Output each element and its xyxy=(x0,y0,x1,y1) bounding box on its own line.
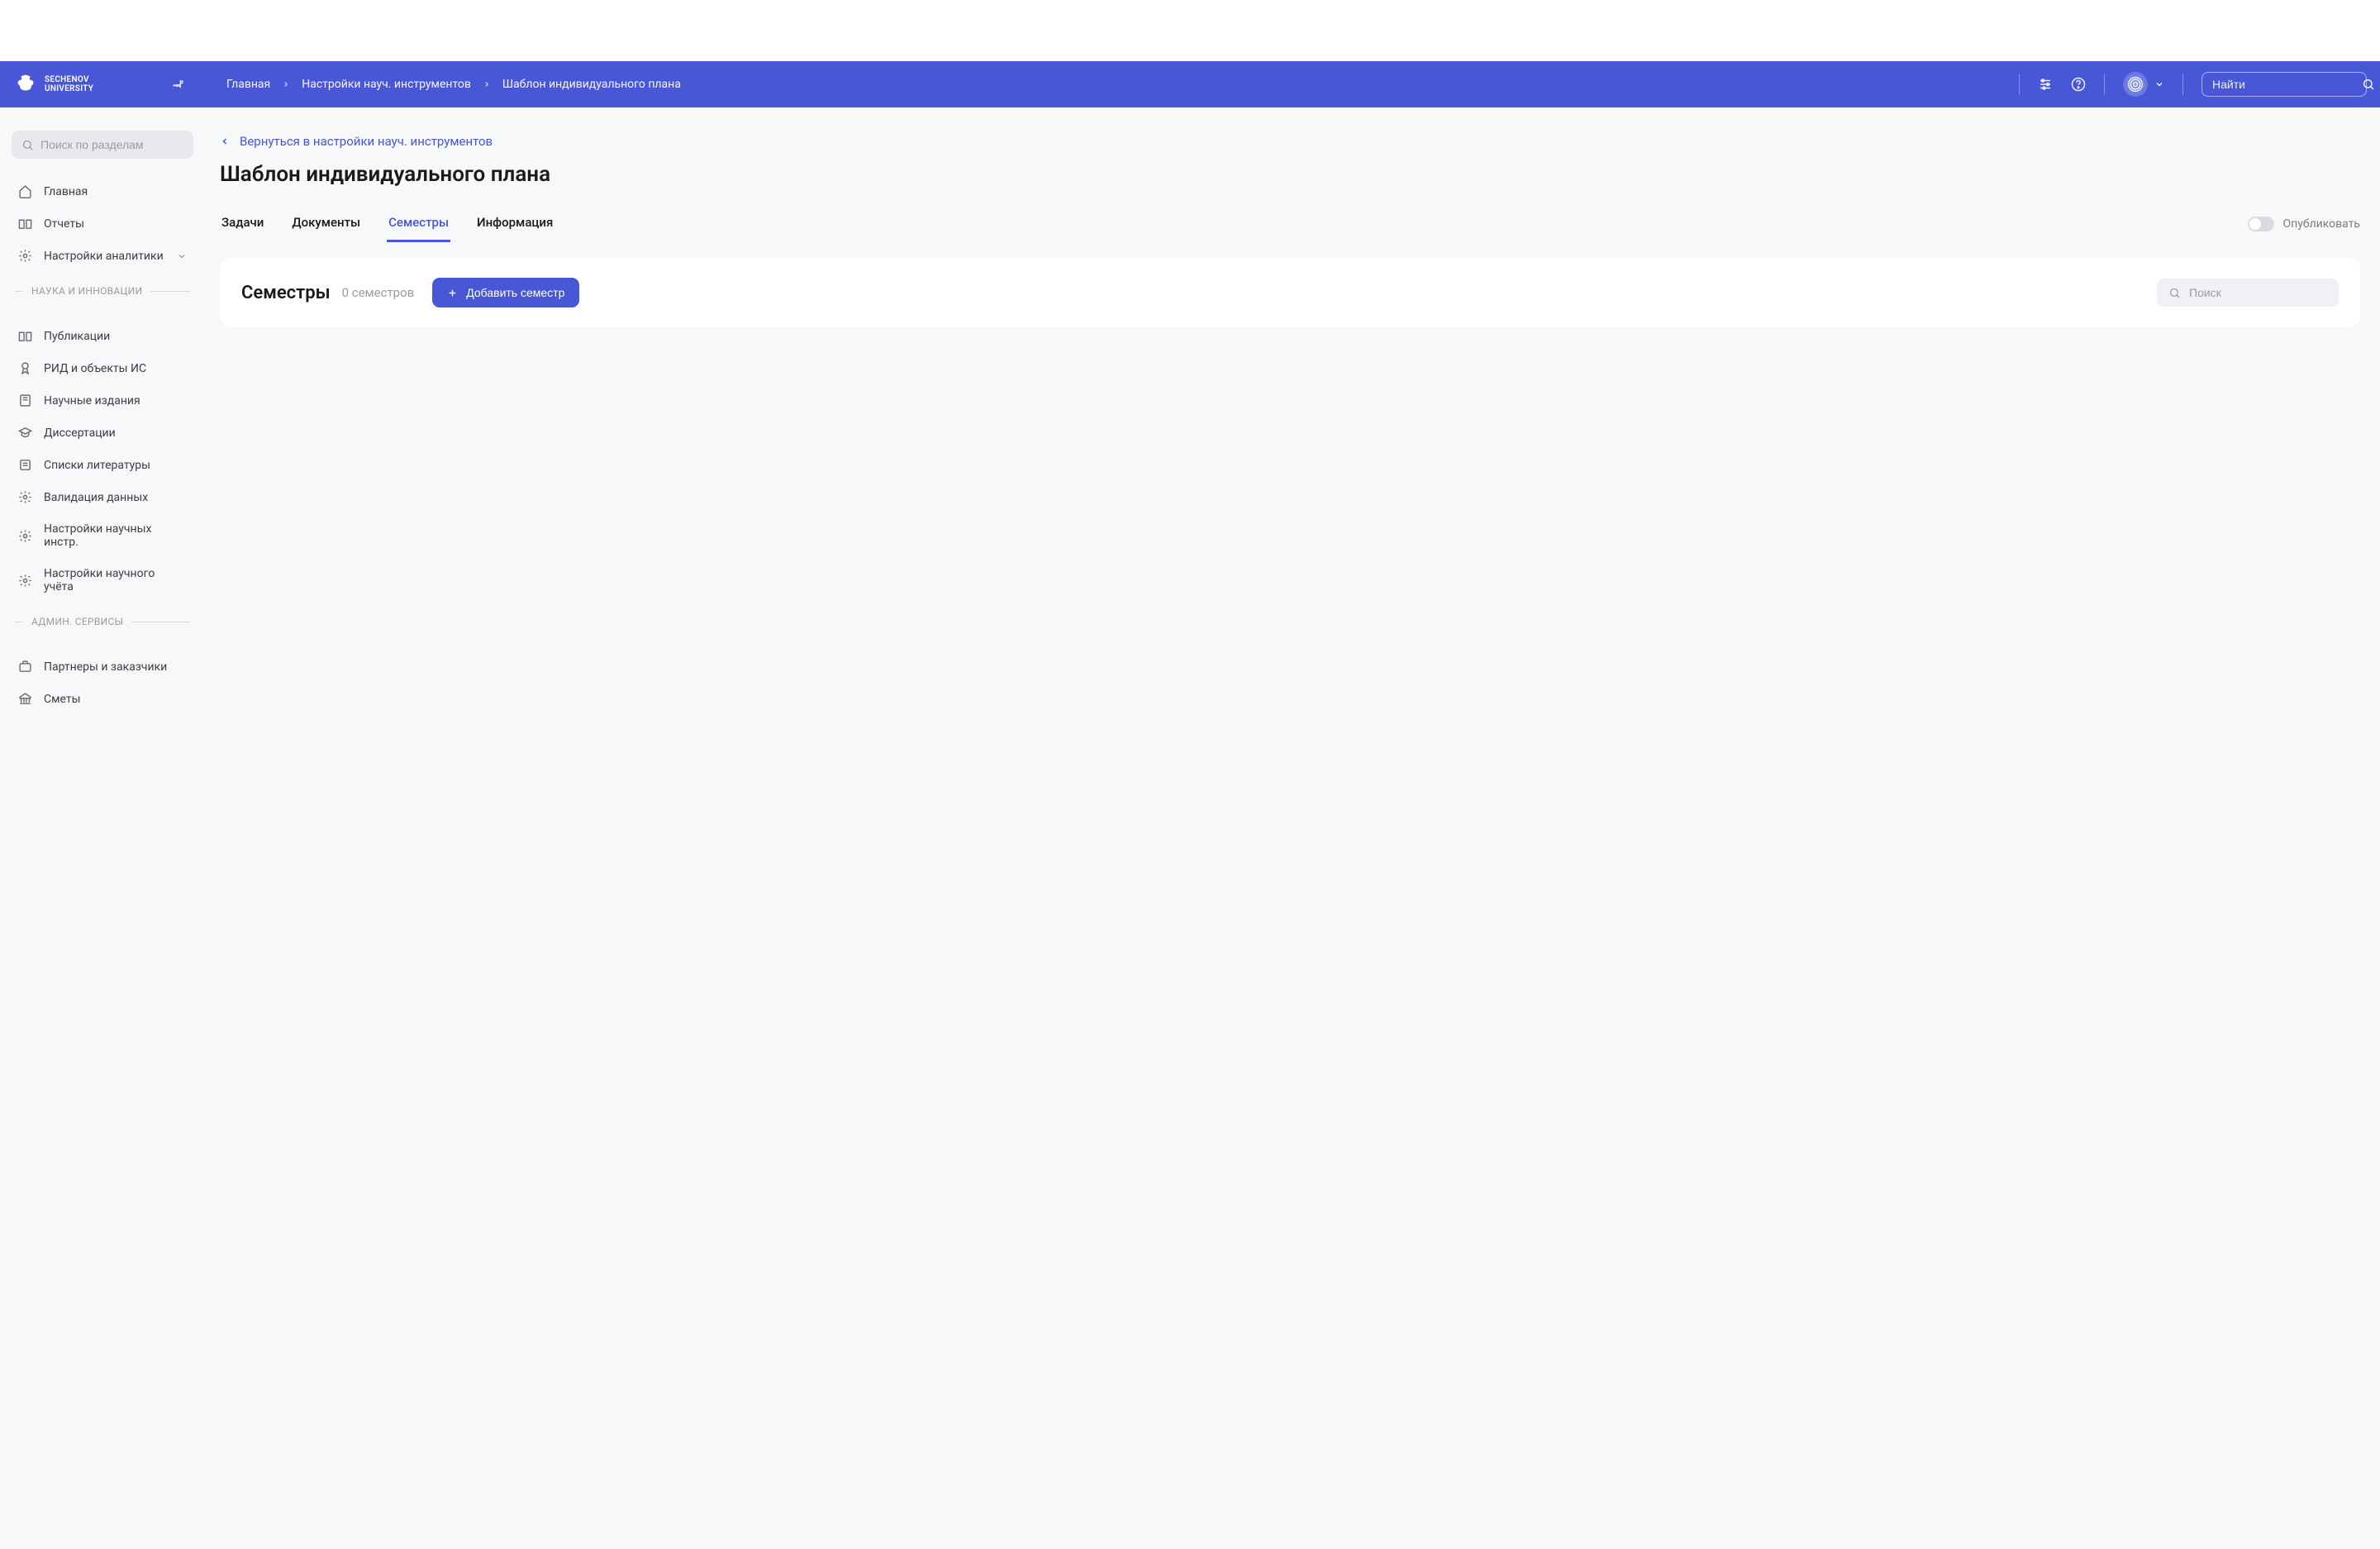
sidebar-item-label: Научные издания xyxy=(44,394,140,408)
sidebar-item[interactable]: Научные издания xyxy=(12,384,193,417)
breadcrumb: Главная Настройки науч. инструментов Шаб… xyxy=(226,78,681,91)
sidebar-item-label: Сметы xyxy=(44,693,80,706)
breadcrumb-item[interactable]: Настройки науч. инструментов xyxy=(302,78,471,91)
sidebar-section-header: АДМИН. СЕРВИСЫ xyxy=(12,603,193,634)
sidebar-item[interactable]: Главная xyxy=(12,175,193,207)
book-icon xyxy=(18,217,32,231)
tab[interactable]: Семестры xyxy=(387,205,450,242)
sidebar-item-label: Настройки научного учёта xyxy=(44,567,187,593)
sidebar-item[interactable]: Публикации xyxy=(12,320,193,352)
card-title: Семестры xyxy=(241,283,331,303)
chevron-down-icon xyxy=(177,251,187,261)
sidebar-item-label: Валидация данных xyxy=(44,491,148,504)
topbar: SECHENOV UNIVERSITY Главная Настройки на… xyxy=(0,61,2380,107)
global-search-input[interactable] xyxy=(2212,78,2362,91)
sidebar-item-label: Настройки научных инстр. xyxy=(44,522,187,549)
breadcrumb-item: Шаблон индивидуального плана xyxy=(502,78,681,91)
sidebar-item-label: РИД и объекты ИС xyxy=(44,362,146,375)
list-icon xyxy=(18,458,32,472)
back-link-label: Вернуться в настройки науч. инструментов xyxy=(240,134,493,149)
briefcase-icon xyxy=(18,660,32,674)
card-search[interactable] xyxy=(2157,279,2339,307)
chevron-down-icon xyxy=(2154,79,2164,89)
tab[interactable]: Информация xyxy=(475,205,555,242)
gear-icon xyxy=(18,529,32,543)
help-icon[interactable] xyxy=(2071,77,2086,92)
book-icon xyxy=(18,329,32,343)
sidebar-section-header: НАУКА И ИННОВАЦИИ xyxy=(12,272,193,303)
chevron-left-icon xyxy=(220,136,230,146)
gear-icon xyxy=(18,574,32,588)
sidebar-item[interactable]: Партнеры и заказчики xyxy=(12,651,193,683)
award-icon xyxy=(18,361,32,375)
gear-icon xyxy=(18,249,32,263)
pin-icon[interactable] xyxy=(172,78,185,91)
sidebar-item[interactable]: Списки литературы xyxy=(12,449,193,481)
main-content: Вернуться в настройки науч. инструментов… xyxy=(205,107,2380,732)
publish-label: Опубликовать xyxy=(2282,217,2360,231)
sidebar-item-label: Главная xyxy=(44,185,88,198)
sidebar-item[interactable]: Настройки научного учёта xyxy=(12,558,193,603)
journal-icon xyxy=(18,393,32,408)
bank-icon xyxy=(18,692,32,706)
semesters-card: Семестры 0 семестров Добавить семестр xyxy=(220,258,2360,327)
sidebar: Главная Отчеты Настройки аналитики НАУКА И… xyxy=(0,107,205,732)
brand-name: SECHENOV UNIVERSITY xyxy=(45,75,93,93)
sidebar-item[interactable]: Отчеты xyxy=(12,207,193,240)
sidebar-item-label: Отчеты xyxy=(44,217,84,231)
chevron-right-icon xyxy=(483,80,491,88)
search-icon xyxy=(2168,287,2181,299)
sidebar-item[interactable]: Сметы xyxy=(12,683,193,715)
plus-icon xyxy=(447,288,458,298)
tab[interactable]: Документы xyxy=(290,205,362,242)
brand-logo-icon xyxy=(13,72,38,97)
publish-toggle[interactable] xyxy=(2248,217,2274,231)
logo-block: SECHENOV UNIVERSITY xyxy=(13,72,195,97)
tabs: Задачи Документы Семестры Информация xyxy=(220,205,555,242)
sidebar-item-label: Публикации xyxy=(44,330,110,343)
tab[interactable]: Задачи xyxy=(220,205,265,242)
avatar xyxy=(2123,72,2148,97)
sidebar-item[interactable]: Настройки научных инстр. xyxy=(12,513,193,558)
sidebar-item-label: Списки литературы xyxy=(44,459,150,472)
add-button-label: Добавить семестр xyxy=(466,286,564,299)
search-icon xyxy=(21,139,34,151)
sidebar-item-label: Диссертации xyxy=(44,427,116,440)
home-icon xyxy=(18,184,32,198)
sidebar-item[interactable]: Валидация данных xyxy=(12,481,193,513)
sidebar-search[interactable] xyxy=(12,131,193,159)
gear-icon xyxy=(18,490,32,504)
add-semester-button[interactable]: Добавить семестр xyxy=(432,278,579,307)
sidebar-item[interactable]: РИД и объекты ИС xyxy=(12,352,193,384)
back-link[interactable]: Вернуться в настройки науч. инструментов xyxy=(220,134,493,149)
sidebar-item[interactable]: Диссертации xyxy=(12,417,193,449)
sidebar-search-input[interactable] xyxy=(40,138,190,151)
global-search[interactable] xyxy=(2202,72,2367,97)
chevron-right-icon xyxy=(282,80,290,88)
sidebar-item[interactable]: Настройки аналитики xyxy=(12,240,193,272)
card-search-input[interactable] xyxy=(2189,286,2339,299)
page-title: Шаблон индивидуального плана xyxy=(220,162,2360,187)
sidebar-item-label: Настройки аналитики xyxy=(44,250,164,263)
sliders-icon[interactable] xyxy=(2038,77,2053,92)
grad-icon xyxy=(18,426,32,440)
count-label: 0 семестров xyxy=(342,285,415,300)
sidebar-item-label: Партнеры и заказчики xyxy=(44,660,167,674)
user-menu[interactable] xyxy=(2123,72,2164,97)
breadcrumb-item[interactable]: Главная xyxy=(226,78,270,91)
search-icon xyxy=(2362,78,2375,91)
